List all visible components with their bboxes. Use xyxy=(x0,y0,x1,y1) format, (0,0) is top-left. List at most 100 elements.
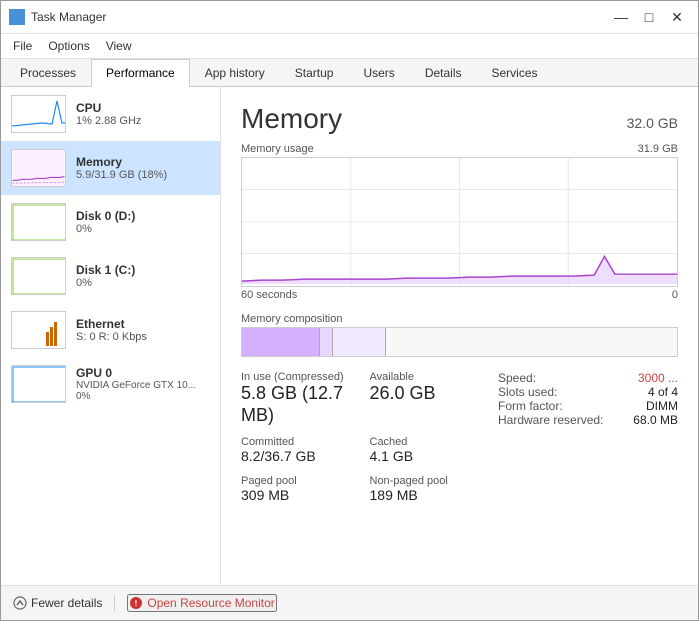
right-stat-hw-reserved: Hardware reserved: 68.0 MB xyxy=(498,413,678,427)
app-icon xyxy=(9,9,25,25)
disk1-label: Disk 1 (C:) xyxy=(76,263,210,277)
chart-footer-right: 0 xyxy=(672,289,678,301)
task-manager-window: Task Manager — □ ✕ File Options View Pro… xyxy=(0,0,699,621)
non-paged-pool-value: 189 MB xyxy=(370,487,483,504)
cpu-thumbnail xyxy=(11,95,66,133)
title-bar-left: Task Manager xyxy=(9,9,106,25)
stat-paged-pool: Paged pool 309 MB xyxy=(241,475,354,504)
disk1-thumbnail xyxy=(11,257,66,295)
form-factor-val: DIMM xyxy=(646,399,678,413)
title-bar: Task Manager — □ ✕ xyxy=(1,1,698,34)
memory-usage-chart xyxy=(241,157,678,287)
cpu-info: CPU 1% 2.88 GHz xyxy=(76,101,210,127)
menu-view[interactable]: View xyxy=(98,36,140,56)
stat-non-paged-pool: Non-paged pool 189 MB xyxy=(370,475,483,504)
comp-in-use xyxy=(242,328,320,356)
disk0-sub: 0% xyxy=(76,223,210,235)
comp-standby xyxy=(333,328,385,356)
tab-app-history[interactable]: App history xyxy=(190,59,280,87)
disk1-info: Disk 1 (C:) 0% xyxy=(76,263,210,289)
chevron-up-icon xyxy=(13,596,27,610)
form-factor-key: Form factor: xyxy=(498,399,563,413)
slots-key: Slots used: xyxy=(498,385,557,399)
tab-startup[interactable]: Startup xyxy=(280,59,349,87)
sidebar-item-gpu[interactable]: GPU 0 NVIDIA GeForce GTX 10...0% xyxy=(1,357,220,411)
ethernet-thumbnail xyxy=(11,311,66,349)
panel-header: Memory 32.0 GB xyxy=(241,103,678,135)
menu-file[interactable]: File xyxy=(5,36,40,56)
tab-processes[interactable]: Processes xyxy=(5,59,91,87)
chart-label-row: Memory usage 31.9 GB xyxy=(241,143,678,155)
fewer-details-label: Fewer details xyxy=(31,596,102,610)
sidebar-item-cpu[interactable]: CPU 1% 2.88 GHz xyxy=(1,87,220,141)
tab-details[interactable]: Details xyxy=(410,59,477,87)
resource-monitor-icon: ! xyxy=(129,596,143,610)
close-button[interactable]: ✕ xyxy=(664,7,690,27)
in-use-label: In use (Compressed) xyxy=(241,371,354,383)
usage-chart-section: Memory usage 31.9 GB xyxy=(241,143,678,301)
minimize-button[interactable]: — xyxy=(608,7,634,27)
right-stats: Speed: 3000 ... Slots used: 4 of 4 Form … xyxy=(498,371,678,504)
tab-performance[interactable]: Performance xyxy=(91,59,190,87)
svg-text:!: ! xyxy=(135,599,138,608)
panel-title: Memory xyxy=(241,103,342,135)
sidebar-item-disk0[interactable]: Disk 0 (D:) 0% xyxy=(1,195,220,249)
hw-reserved-key: Hardware reserved: xyxy=(498,413,603,427)
tab-users[interactable]: Users xyxy=(348,59,409,87)
ethernet-sub: S: 0 R: 0 Kbps xyxy=(76,331,210,343)
speed-val: 3000 ... xyxy=(638,371,678,385)
slots-val: 4 of 4 xyxy=(648,385,678,399)
menu-bar: File Options View xyxy=(1,34,698,59)
menu-options[interactable]: Options xyxy=(40,36,97,56)
maximize-button[interactable]: □ xyxy=(636,7,662,27)
cpu-label: CPU xyxy=(76,101,210,115)
sidebar-item-memory[interactable]: Memory 5.9/31.9 GB (18%) xyxy=(1,141,220,195)
right-stat-form-factor: Form factor: DIMM xyxy=(498,399,678,413)
panel-total: 32.0 GB xyxy=(627,115,678,131)
ethernet-info: Ethernet S: 0 R: 0 Kbps xyxy=(76,317,210,343)
composition-bar xyxy=(241,327,678,357)
cpu-sub: 1% 2.88 GHz xyxy=(76,115,210,127)
cached-label: Cached xyxy=(370,436,483,448)
tab-services[interactable]: Services xyxy=(477,59,553,87)
memory-sub: 5.9/31.9 GB (18%) xyxy=(76,169,210,181)
window-title: Task Manager xyxy=(31,10,106,24)
stat-committed: Committed 8.2/36.7 GB xyxy=(241,436,354,465)
gpu-thumbnail xyxy=(11,365,66,403)
disk0-thumbnail xyxy=(11,203,66,241)
in-use-value: 5.8 GB (12.7 MB) xyxy=(241,383,354,426)
hw-reserved-val: 68.0 MB xyxy=(633,413,678,427)
memory-info: Memory 5.9/31.9 GB (18%) xyxy=(76,155,210,181)
ethernet-label: Ethernet xyxy=(76,317,210,331)
chart-footer: 60 seconds 0 xyxy=(241,289,678,301)
paged-pool-label: Paged pool xyxy=(241,475,354,487)
fewer-details-button[interactable]: Fewer details xyxy=(13,596,102,610)
gpu-sub: NVIDIA GeForce GTX 10...0% xyxy=(76,380,210,402)
stat-cached: Cached 4.1 GB xyxy=(370,436,483,465)
chart-footer-left: 60 seconds xyxy=(241,289,297,301)
disk0-info: Disk 0 (D:) 0% xyxy=(76,209,210,235)
comp-free xyxy=(386,328,677,356)
composition-section: Memory composition xyxy=(241,313,678,357)
paged-pool-value: 309 MB xyxy=(241,487,354,504)
right-stat-slots: Slots used: 4 of 4 xyxy=(498,385,678,399)
title-controls: — □ ✕ xyxy=(608,7,690,27)
composition-label: Memory composition xyxy=(241,313,678,325)
stat-in-use: In use (Compressed) 5.8 GB (12.7 MB) xyxy=(241,371,354,426)
sidebar-item-disk1[interactable]: Disk 1 (C:) 0% xyxy=(1,249,220,303)
stats-grid: In use (Compressed) 5.8 GB (12.7 MB) Ava… xyxy=(241,371,482,504)
open-resource-monitor-button[interactable]: ! Open Resource Monitor xyxy=(127,594,276,612)
gpu-label: GPU 0 xyxy=(76,366,210,380)
available-value: 26.0 GB xyxy=(370,383,483,405)
separator xyxy=(114,595,115,611)
sidebar-item-ethernet[interactable]: Ethernet S: 0 R: 0 Kbps xyxy=(1,303,220,357)
bottom-bar: Fewer details ! Open Resource Monitor xyxy=(1,585,698,620)
cached-value: 4.1 GB xyxy=(370,448,483,465)
stats-area: In use (Compressed) 5.8 GB (12.7 MB) Ava… xyxy=(241,371,678,504)
right-stat-speed: Speed: 3000 ... xyxy=(498,371,678,385)
disk0-label: Disk 0 (D:) xyxy=(76,209,210,223)
non-paged-pool-label: Non-paged pool xyxy=(370,475,483,487)
left-stats: In use (Compressed) 5.8 GB (12.7 MB) Ava… xyxy=(241,371,482,504)
memory-thumbnail xyxy=(11,149,66,187)
speed-key: Speed: xyxy=(498,371,536,385)
